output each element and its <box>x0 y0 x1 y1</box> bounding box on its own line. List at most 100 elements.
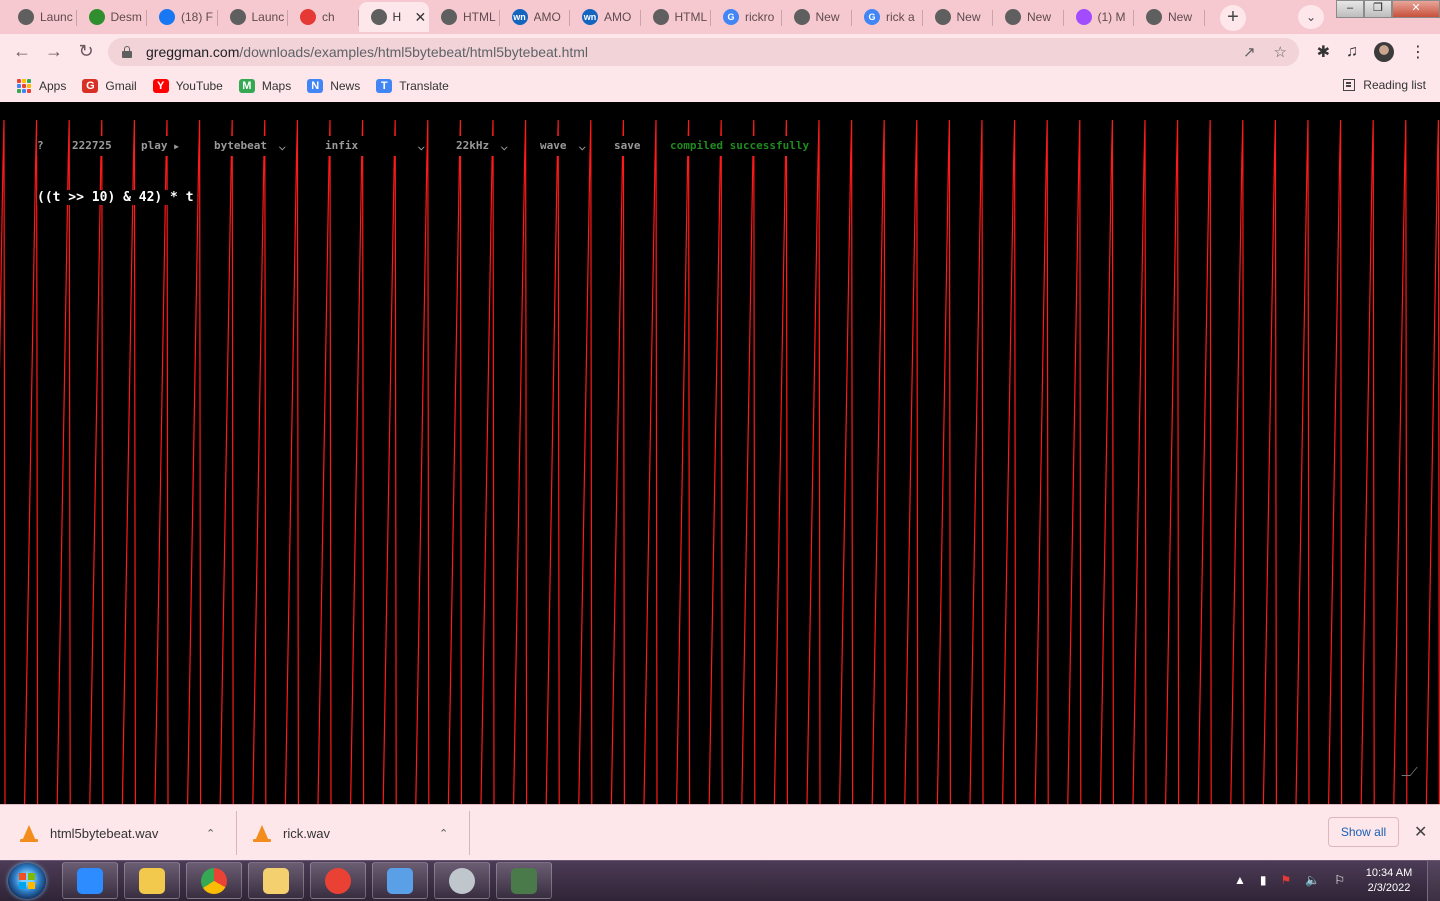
bookmark-translate[interactable]: T Translate <box>376 79 449 93</box>
help-button[interactable]: ? <box>37 136 44 156</box>
reading-list-button[interactable]: Reading list <box>1343 78 1426 92</box>
address-bar[interactable]: greggman.com/downloads/examples/html5byt… <box>108 38 1299 66</box>
tab[interactable]: Desm <box>77 2 147 32</box>
forward-button[interactable]: → <box>43 41 65 62</box>
expression-editor[interactable]: ((t >> 10) & 42) * t <box>37 190 194 205</box>
waveform-segment <box>1295 119 1310 804</box>
show-all-downloads-button[interactable]: Show all <box>1328 817 1399 847</box>
tab-title: Launc <box>40 10 73 24</box>
kebab-menu-icon[interactable]: ⋮ <box>1410 42 1426 62</box>
media-controls-icon[interactable]: ♫ <box>1346 43 1358 61</box>
minimize-button[interactable]: – <box>1336 0 1364 18</box>
waveform-segment <box>1230 119 1245 804</box>
close-downloads-icon[interactable]: ✕ <box>1414 822 1427 842</box>
taskbar-app[interactable] <box>434 862 490 899</box>
tab-title: (1) M <box>1097 10 1126 24</box>
bookmark-gmail[interactable]: G Gmail <box>82 79 137 93</box>
chevron-up-icon[interactable]: ⌃ <box>439 827 448 840</box>
taskbar-app[interactable] <box>248 862 304 899</box>
taskbar-app[interactable] <box>310 862 366 899</box>
tab[interactable]: (1) M <box>1064 2 1134 32</box>
tab-title: New <box>1027 10 1052 24</box>
tab[interactable]: (18) F <box>147 2 218 32</box>
waveform-segment <box>708 119 723 804</box>
taskbar-app[interactable] <box>124 862 180 899</box>
tab[interactable]: wn AMO <box>500 2 570 32</box>
syntax-select[interactable]: infix ⌄ <box>325 136 426 156</box>
waveform-segment <box>969 119 984 804</box>
waveform-segment <box>1360 119 1375 804</box>
bookmark-list: Apps G Gmail Y YouTube M Maps N News T Translate <box>0 79 449 93</box>
waveform-segment <box>284 119 299 804</box>
bookmark-maps[interactable]: M Maps <box>238 79 291 93</box>
vlc-icon <box>253 825 271 842</box>
waveform-segment <box>1034 119 1049 804</box>
bookmark-youtube[interactable]: Y YouTube <box>152 79 223 93</box>
waveform-segment <box>773 119 788 804</box>
tab-search-button[interactable]: ⌄ <box>1298 5 1324 29</box>
system-clock[interactable]: 10:34 AM 2/3/2022 <box>1356 866 1422 896</box>
tab[interactable]: Grick a <box>852 2 923 32</box>
tab[interactable]: H ✕ <box>358 2 429 32</box>
tab-title: New <box>956 10 981 24</box>
chrome-icon <box>201 867 227 894</box>
bookmark-news[interactable]: N News <box>307 79 360 93</box>
bookmark-apps[interactable]: Apps <box>16 79 66 93</box>
network-icon[interactable]: ▮ <box>1260 873 1267 887</box>
tab[interactable]: Launc <box>6 2 77 32</box>
chevron-up-icon[interactable]: ⌃ <box>206 827 215 840</box>
tab[interactable]: New <box>993 2 1064 32</box>
extensions-puzzle-icon[interactable]: ✱ <box>1317 42 1330 62</box>
taskbar-app[interactable] <box>372 862 428 899</box>
url-text[interactable]: greggman.com/downloads/examples/html5byt… <box>146 44 588 60</box>
rate-value: 22kHz <box>456 139 490 152</box>
tab[interactable]: New <box>923 2 993 32</box>
waveform-segment <box>545 119 560 804</box>
mode-select[interactable]: bytebeat ⌄ <box>214 136 287 156</box>
taskbar-app[interactable] <box>496 862 552 899</box>
chrome-icon <box>934 9 951 25</box>
show-desktop-button[interactable] <box>1427 861 1440 901</box>
tab[interactable]: HTML <box>641 2 711 32</box>
volume-icon[interactable]: 🔈 <box>1305 873 1320 887</box>
tab[interactable]: New <box>782 2 852 32</box>
action-center-flag-icon[interactable]: ⚐ <box>1334 873 1345 887</box>
back-button[interactable]: ← <box>11 41 33 62</box>
waveform-segment <box>56 119 71 804</box>
share-icon[interactable]: ↗ <box>1243 43 1256 61</box>
reload-button[interactable]: ↻ <box>75 41 97 62</box>
system-tray: ▲ ▮ ⚑ 🔈 ⚐ <box>1234 873 1345 887</box>
visualizer-value: wave <box>540 139 567 152</box>
start-button[interactable] <box>8 863 46 899</box>
tab[interactable]: HTML <box>429 2 500 32</box>
maximize-button[interactable]: ❐ <box>1364 0 1392 18</box>
rate-select[interactable]: 22kHz ⌄ <box>456 136 509 156</box>
tab[interactable]: Launc <box>218 2 288 32</box>
new-tab-button[interactable]: + <box>1220 5 1246 31</box>
bytebeat-controls: ? 222725 play ▶ bytebeat ⌄ infix ⌄ 22kHz ⌄ … <box>0 136 900 156</box>
close-window-button[interactable]: ✕ <box>1392 0 1440 18</box>
tab[interactable]: New <box>1134 2 1205 32</box>
tray-expand-icon[interactable]: ▲ <box>1234 873 1246 887</box>
tab[interactable]: Grickro <box>711 2 782 32</box>
omnibox-actions: ↗ ☆ <box>1243 43 1287 61</box>
play-button[interactable]: play ▶ <box>141 136 179 156</box>
download-separator <box>469 811 470 855</box>
download-item[interactable]: html5bytebeat.wav ⌃ <box>20 805 228 861</box>
tab[interactable]: ch <box>288 2 359 32</box>
compile-status: compiled successfully <box>670 136 810 156</box>
security-shield-icon[interactable]: ⚑ <box>1281 873 1292 887</box>
download-item[interactable]: rick.wav ⌃ <box>253 805 461 861</box>
window-controls: – ❐ ✕ <box>1336 0 1440 18</box>
taskbar-app[interactable] <box>186 862 242 899</box>
bookmark-star-icon[interactable]: ☆ <box>1274 43 1287 61</box>
close-tab-icon[interactable]: ✕ <box>415 9 427 26</box>
profile-avatar[interactable] <box>1374 42 1394 62</box>
save-button[interactable]: save <box>614 136 641 156</box>
tab-title: (18) F <box>181 10 214 24</box>
file-explorer-icon <box>139 867 165 894</box>
tab[interactable]: wn AMO <box>570 2 641 32</box>
taskbar-app[interactable] <box>62 862 118 899</box>
visualizer-select[interactable]: wave ⌄ <box>540 136 586 156</box>
time-counter[interactable]: 222725 <box>72 136 112 156</box>
